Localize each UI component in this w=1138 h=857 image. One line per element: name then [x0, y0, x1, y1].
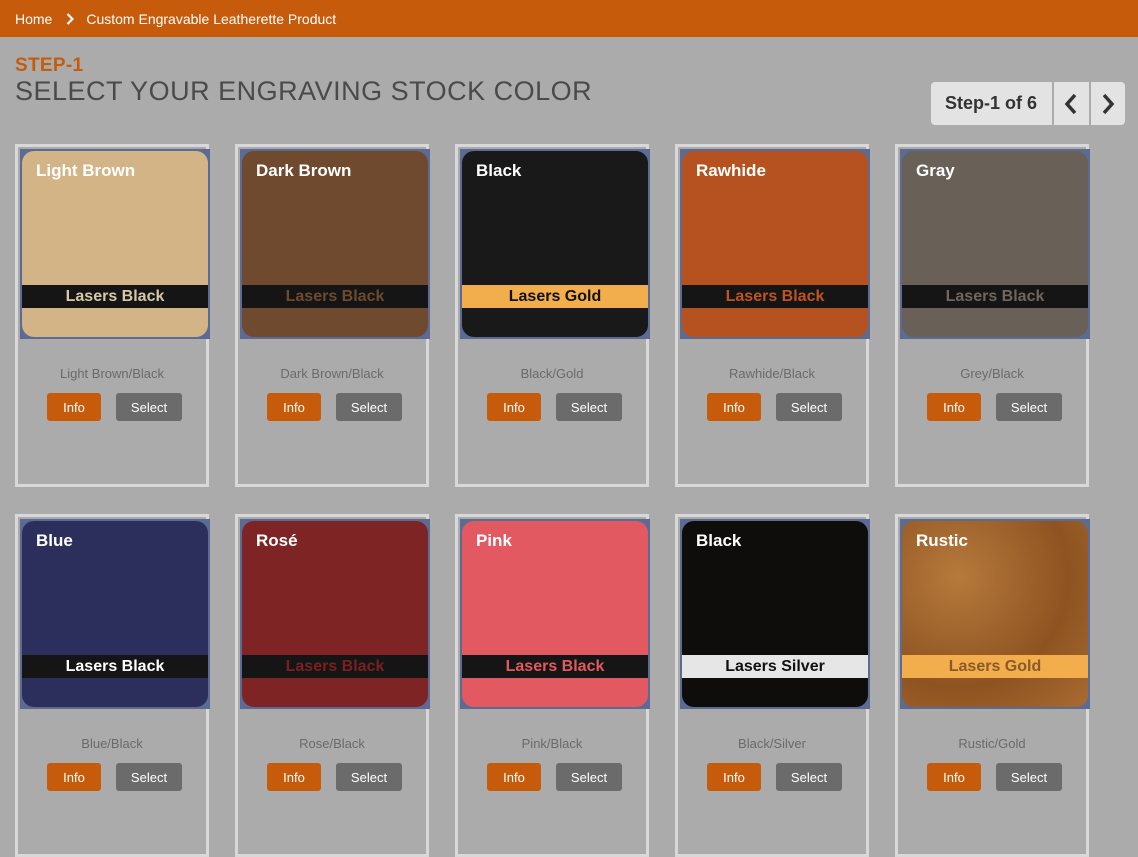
select-button[interactable]: Select	[996, 763, 1062, 791]
product-swatch-image[interactable]: Rosé Lasers Black	[240, 519, 430, 709]
info-button[interactable]: Info	[267, 393, 321, 421]
product-caption: Grey/Black	[960, 366, 1024, 381]
product-card-dark-brown: Dark Brown Lasers Black Dark Brown/Black…	[235, 144, 430, 487]
info-button[interactable]: Info	[487, 763, 541, 791]
swatch-band-label: Lasers Black	[285, 287, 385, 305]
product-caption: Rawhide/Black	[729, 366, 815, 381]
select-button[interactable]: Select	[556, 763, 622, 791]
swatch-color-name: Black	[476, 161, 522, 180]
step-counter: Step-1 of 6	[945, 93, 1038, 113]
chevron-left-icon	[1065, 93, 1077, 114]
swatch-band-label: Lasers Black	[65, 657, 165, 675]
swatch-laser-band: Lasers Black	[242, 285, 428, 308]
swatch-band-label: Lasers Black	[945, 287, 1045, 305]
swatch-laser-band: Lasers Black	[242, 655, 428, 678]
select-button[interactable]: Select	[556, 393, 622, 421]
swatch-color-name: Rustic	[916, 531, 968, 550]
info-button[interactable]: Info	[707, 763, 761, 791]
swatch-laser-band: Lasers Silver	[682, 655, 868, 678]
step-label: STEP-1	[15, 55, 84, 76]
select-button[interactable]: Select	[996, 393, 1062, 421]
select-button[interactable]: Select	[116, 763, 182, 791]
product-caption: Pink/Black	[521, 736, 583, 751]
breadcrumb-home-link[interactable]: Home	[15, 11, 52, 27]
select-button[interactable]: Select	[776, 763, 842, 791]
product-caption: Black/Silver	[738, 736, 806, 751]
step-navigation: Step-1 of 6	[931, 82, 1125, 125]
chevron-right-icon	[66, 12, 75, 25]
swatch-color-name: Dark Brown	[256, 161, 352, 180]
product-swatch-image[interactable]: Rustic Lasers Gold	[900, 519, 1090, 709]
swatch-color-name: Gray	[916, 161, 955, 180]
info-button[interactable]: Info	[47, 393, 101, 421]
info-button[interactable]: Info	[267, 763, 321, 791]
product-swatch-image[interactable]: Blue Lasers Black	[20, 519, 210, 709]
swatch-color-name: Rosé	[256, 531, 298, 550]
swatch-laser-band: Lasers Gold	[462, 285, 648, 308]
swatch-band-label: Lasers Black	[725, 287, 825, 305]
product-card-rawhide: Rawhide Lasers Black Rawhide/Black Info …	[675, 144, 870, 487]
page-title: SELECT YOUR ENGRAVING STOCK COLOR	[15, 76, 593, 106]
swatch-laser-band: Lasers Black	[462, 655, 648, 678]
product-card-pink: Pink Lasers Black Pink/Black Info Select	[455, 514, 650, 857]
product-swatch-image[interactable]: Dark Brown Lasers Black	[240, 149, 430, 339]
swatch-color-name: Black	[696, 531, 742, 550]
breadcrumb-current: Custom Engravable Leatherette Product	[86, 10, 337, 27]
swatch-band-label: Lasers Black	[505, 657, 605, 675]
product-card-black-gold: Black Lasers Gold Black/Gold Info Select	[455, 144, 650, 487]
product-caption: Rustic/Gold	[958, 736, 1026, 751]
swatch-laser-band: Lasers Black	[22, 655, 208, 678]
swatch-color-name: Pink	[476, 531, 512, 550]
chevron-right-icon	[1102, 93, 1115, 114]
swatch-laser-band: Lasers Black	[682, 285, 868, 308]
product-caption: Dark Brown/Black	[280, 366, 384, 381]
product-swatch-image[interactable]: Pink Lasers Black	[460, 519, 650, 709]
previous-step-button[interactable]	[1052, 82, 1088, 125]
product-caption: Light Brown/Black	[59, 366, 165, 381]
product-card-rose: Rosé Lasers Black Rose/Black Info Select	[235, 514, 430, 857]
swatch-color-name: Rawhide	[696, 161, 766, 180]
product-swatch-image[interactable]: Gray Lasers Black	[900, 149, 1090, 339]
swatch-laser-band: Lasers Black	[22, 285, 208, 308]
swatch-band-label: Lasers Black	[65, 287, 165, 305]
product-caption: Blue/Black	[81, 736, 143, 751]
product-swatch-image[interactable]: Black Lasers Silver	[680, 519, 870, 709]
product-swatch-image[interactable]: Rawhide Lasers Black	[680, 149, 870, 339]
product-card-light-brown: Light Brown Lasers Black Light Brown/Bla…	[15, 144, 210, 487]
product-caption: Rose/Black	[299, 736, 365, 751]
swatch-band-label: Lasers Gold	[948, 657, 1042, 675]
info-button[interactable]: Info	[47, 763, 101, 791]
info-button[interactable]: Info	[707, 393, 761, 421]
info-button[interactable]: Info	[927, 393, 981, 421]
swatch-color-name: Light Brown	[36, 161, 136, 180]
swatch-laser-band: Lasers Black	[902, 285, 1088, 308]
swatch-band-label: Lasers Gold	[508, 287, 602, 305]
product-swatch-image[interactable]: Black Lasers Gold	[460, 149, 650, 339]
select-button[interactable]: Select	[336, 763, 402, 791]
breadcrumb: Home Custom Engravable Leatherette Produ…	[0, 0, 1138, 37]
select-button[interactable]: Select	[776, 393, 842, 421]
swatch-color-name: Blue	[36, 531, 73, 550]
next-step-button[interactable]	[1088, 82, 1125, 125]
select-button[interactable]: Select	[336, 393, 402, 421]
product-card-rustic: Rustic Lasers Gold Rustic/Gold Info Sele…	[895, 514, 1090, 857]
product-card-gray: Gray Lasers Black Grey/Black Info Select	[895, 144, 1090, 487]
info-button[interactable]: Info	[487, 393, 541, 421]
product-caption: Black/Gold	[520, 366, 584, 381]
product-card-blue: Blue Lasers Black Blue/Black Info Select	[15, 514, 210, 857]
swatch-band-label: Lasers Silver	[725, 657, 825, 675]
swatch-laser-band: Lasers Gold	[902, 655, 1088, 678]
product-card-black-silver: Black Lasers Silver Black/Silver Info Se…	[675, 514, 870, 857]
swatch-band-label: Lasers Black	[285, 657, 385, 675]
select-button[interactable]: Select	[116, 393, 182, 421]
info-button[interactable]: Info	[927, 763, 981, 791]
product-swatch-image[interactable]: Light Brown Lasers Black	[20, 149, 210, 339]
